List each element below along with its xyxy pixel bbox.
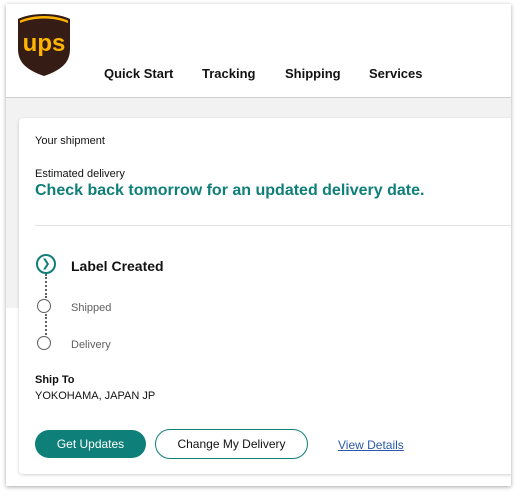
step-connector (45, 314, 47, 335)
ship-to-label: Ship To (35, 374, 75, 386)
estimated-delivery-label: Estimated delivery (35, 168, 125, 180)
shipment-card: Your shipment Estimated delivery Check b… (19, 118, 511, 474)
ups-logo[interactable]: ups (17, 13, 71, 77)
view-details-link[interactable]: View Details (338, 438, 404, 452)
circle-icon (37, 299, 51, 313)
estimated-delivery-value: Check back tomorrow for an updated deliv… (35, 182, 425, 199)
step-label-created: Label Created (71, 258, 164, 274)
nav-shipping[interactable]: Shipping (285, 66, 341, 81)
get-updates-button[interactable]: Get Updates (35, 430, 146, 458)
svg-text:ups: ups (23, 30, 66, 57)
nav-quick-start[interactable]: Quick Start (104, 66, 173, 81)
browser-viewport: ups Quick Start Tracking Shipping Servic… (6, 4, 511, 486)
chevron-right-icon: ❯ (36, 254, 56, 274)
change-delivery-button[interactable]: Change My Delivery (155, 429, 308, 459)
nav-tracking[interactable]: Tracking (202, 66, 255, 81)
ship-to-address: YOKOHAMA, JAPAN JP (35, 390, 156, 402)
nav-services[interactable]: Services (369, 66, 423, 81)
divider (35, 225, 511, 226)
step-label-delivery: Delivery (71, 339, 111, 351)
circle-icon (37, 336, 51, 350)
step-connector (45, 274, 47, 298)
shipment-heading: Your shipment (35, 135, 105, 147)
site-header: ups Quick Start Tracking Shipping Servic… (6, 4, 511, 98)
step-label-shipped: Shipped (71, 302, 112, 314)
